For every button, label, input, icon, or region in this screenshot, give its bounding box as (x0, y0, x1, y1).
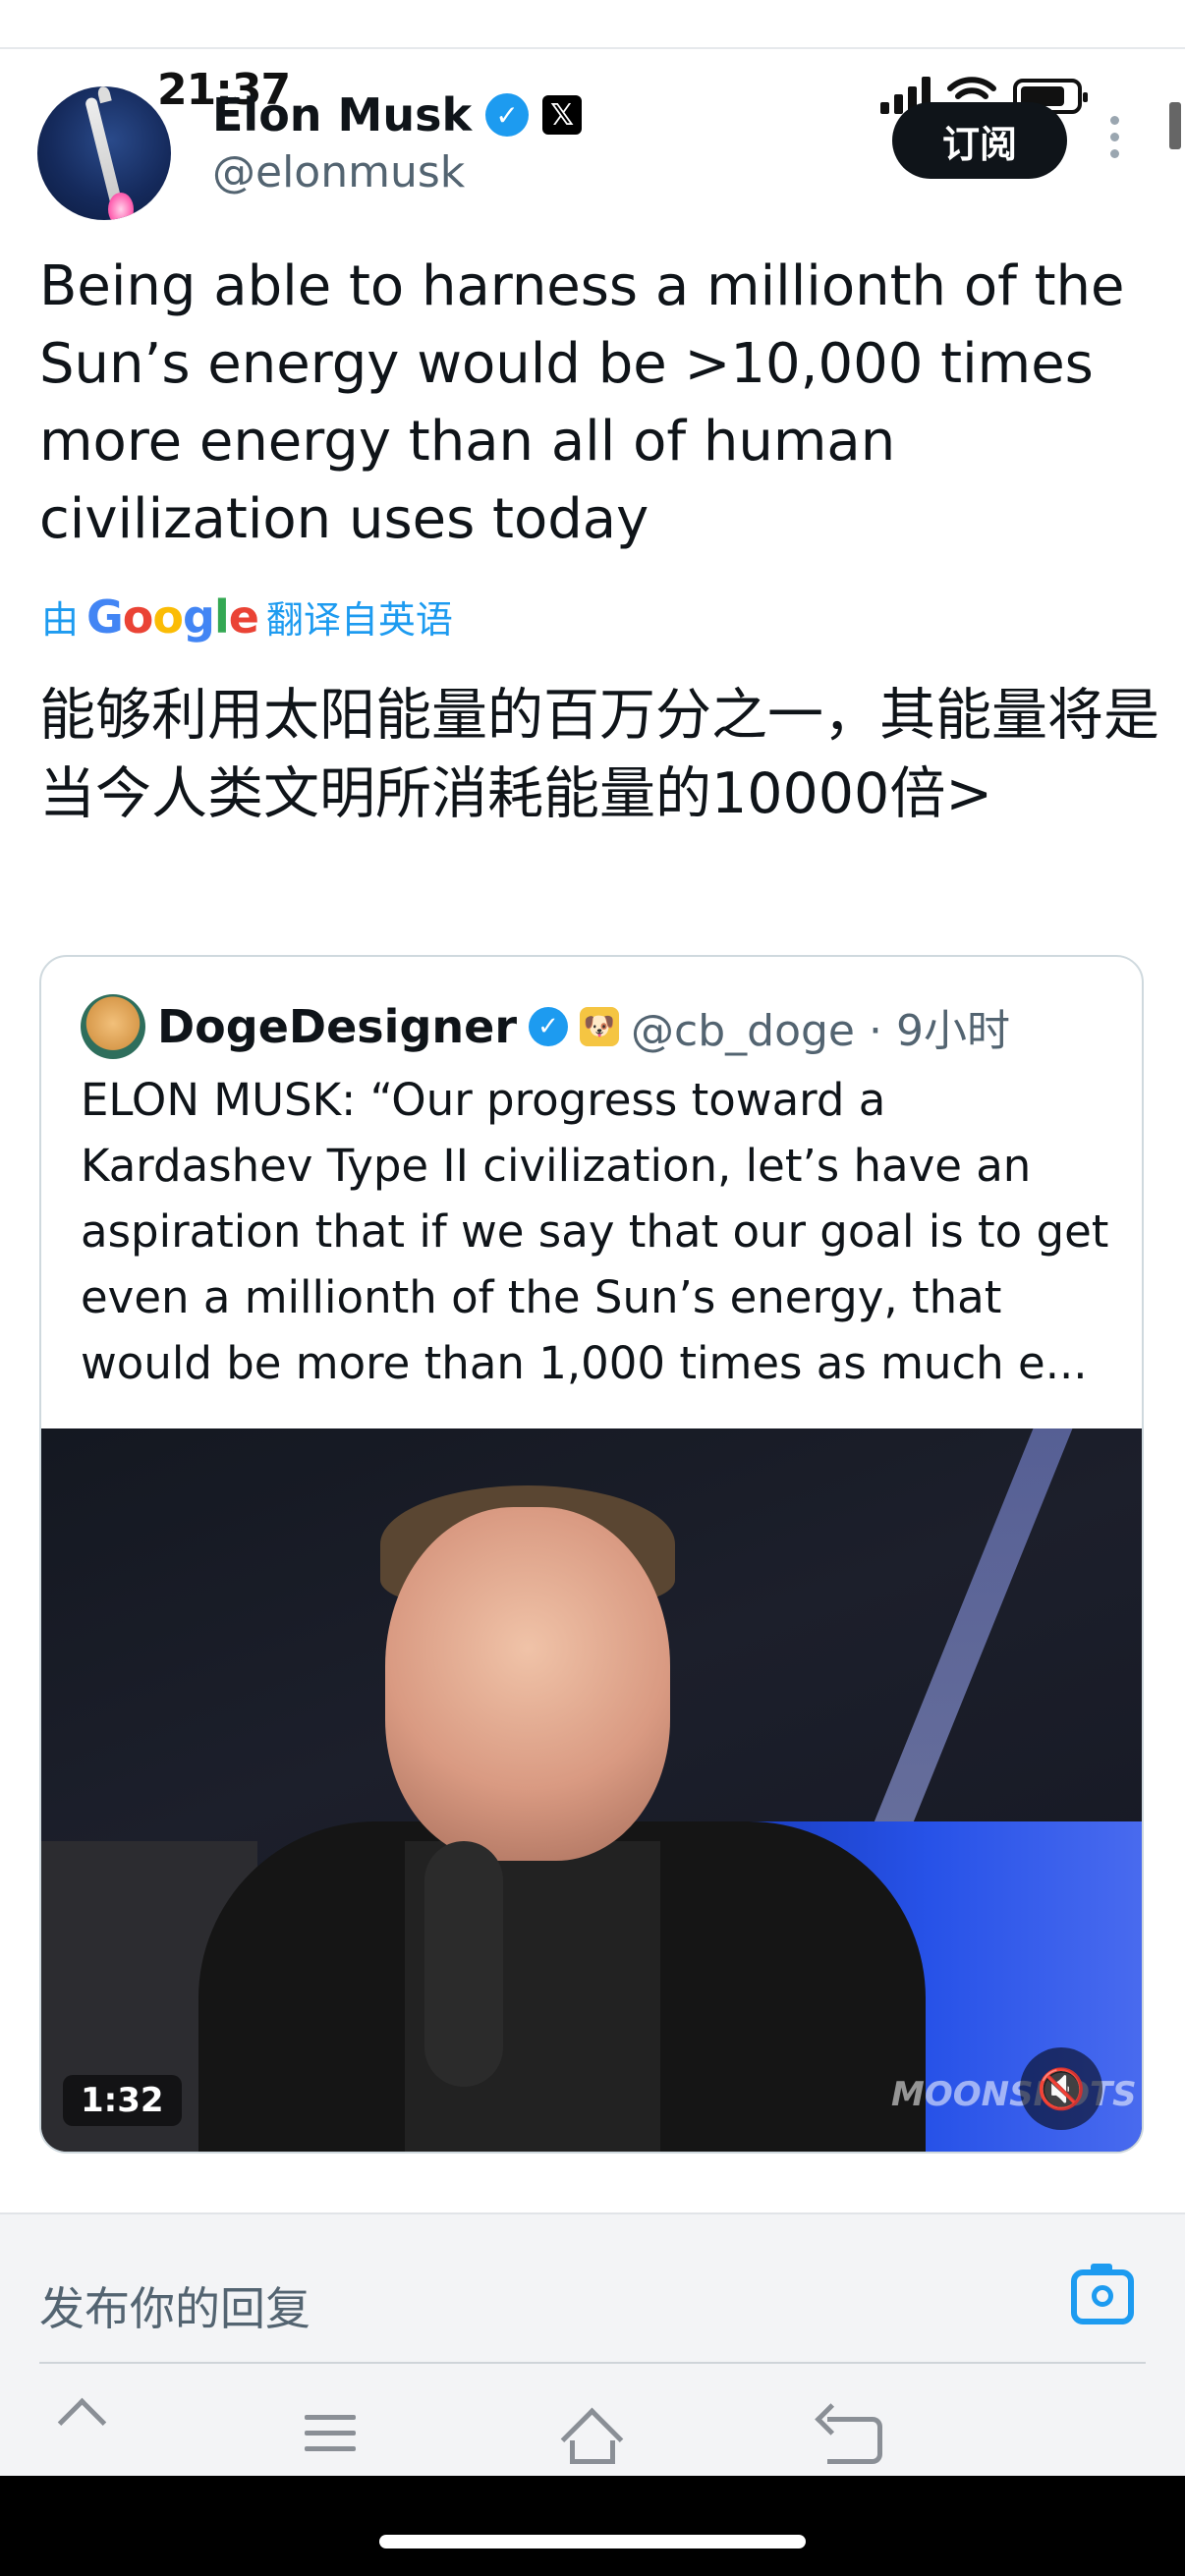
google-logo: Google (86, 589, 259, 644)
author-name-row: Elon Musk ✓ 𝕏 (212, 88, 583, 141)
quote-header: DogeDesigner ✓ 🐶 @cb_doge · 9小时 (81, 994, 1010, 1059)
gesture-area (0, 2476, 1185, 2576)
subscribe-button[interactable]: 订阅 (892, 102, 1067, 179)
top-divider (0, 47, 1185, 49)
system-nav-bar (0, 2378, 1185, 2476)
quoted-tweet-card[interactable]: DogeDesigner ✓ 🐶 @cb_doge · 9小时 ELON MUS… (39, 955, 1144, 2154)
translated-text: 能够利用太阳能量的百万分之一，其能量将是当今人类文明所消耗能量的10000倍> (39, 683, 1159, 826)
author-avatar[interactable] (37, 86, 171, 220)
author-name[interactable]: Elon Musk (212, 88, 472, 141)
quote-handle-time: @cb_doge · 9小时 (631, 1006, 1010, 1056)
quote-text: ELON MUSK: “Our progress toward a Kardas… (81, 1074, 1109, 1389)
mute-icon[interactable]: 🔇 (1020, 2047, 1102, 2130)
doge-badge-icon: 🐶 (580, 1007, 620, 1046)
video-player[interactable]: MOONSHOTS 1:32 🔇 (41, 1428, 1142, 2152)
author-handle[interactable]: @elonmusk (212, 147, 465, 197)
quote-avatar[interactable] (81, 994, 145, 1059)
home-icon[interactable] (562, 2417, 621, 2466)
tweet-text: Being able to harness a millionth of the… (39, 254, 1125, 551)
scroll-handle[interactable] (1169, 102, 1181, 149)
translate-prefix: 由 (41, 598, 80, 642)
camera-icon[interactable] (1071, 2264, 1134, 2324)
quote-author-name: DogeDesigner (157, 1000, 518, 1053)
menu-icon[interactable] (305, 2415, 356, 2462)
verified-icon: ✓ (529, 1007, 569, 1046)
reply-input[interactable]: 发布你的回复 (39, 2273, 310, 2338)
verified-icon: ✓ (485, 93, 530, 137)
translate-suffix: 翻译自英语 (265, 598, 453, 642)
translation-attribution[interactable]: 由 Google 翻译自英语 (41, 589, 453, 644)
back-icon[interactable] (827, 2417, 882, 2464)
reply-divider (39, 2362, 1146, 2364)
x-logo-icon: 𝕏 (542, 95, 583, 135)
video-person (385, 1507, 670, 1861)
more-options-icon[interactable] (1110, 116, 1119, 158)
video-duration: 1:32 (63, 2075, 182, 2126)
microphone (424, 1841, 503, 2087)
home-indicator[interactable] (379, 2535, 806, 2548)
